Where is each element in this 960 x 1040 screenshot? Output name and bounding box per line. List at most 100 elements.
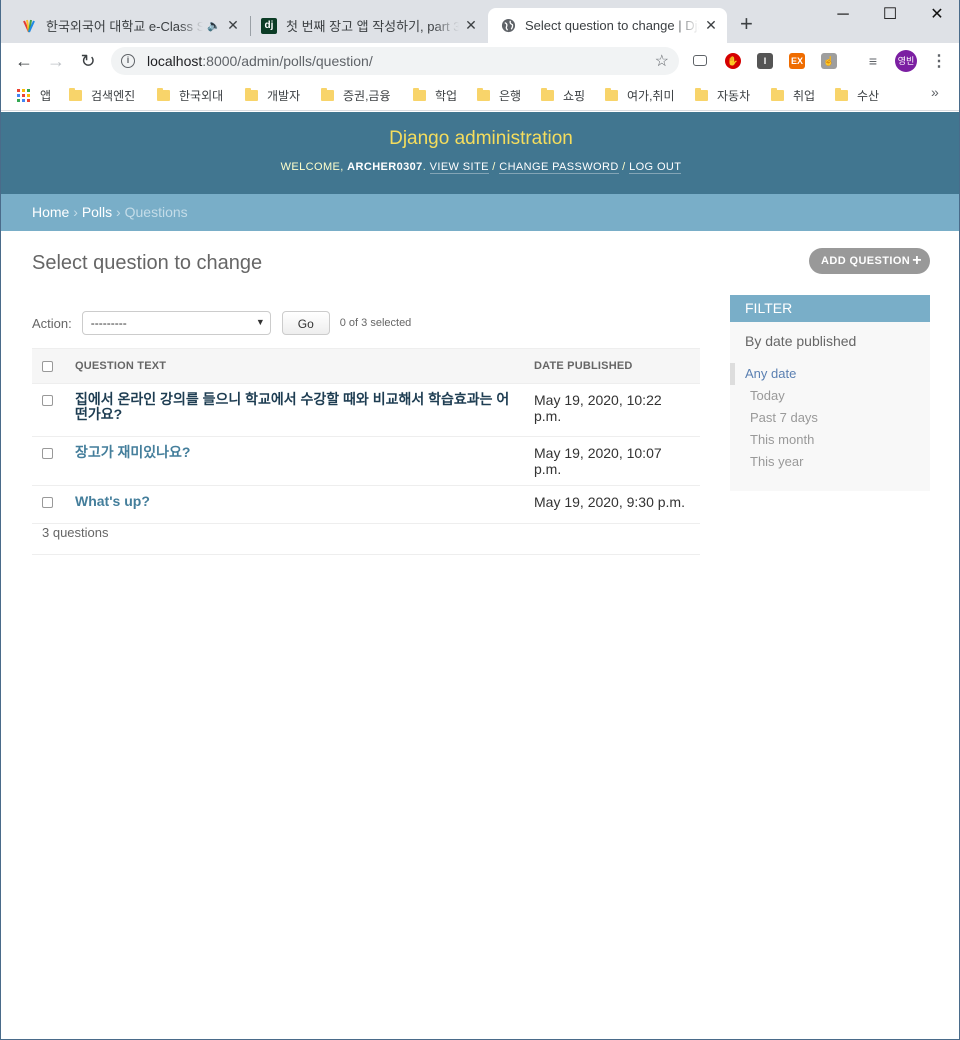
close-tab-icon[interactable]: ✕ — [225, 17, 241, 34]
row-checkbox[interactable] — [42, 448, 53, 459]
bookmark-folder[interactable]: 취업 — [771, 85, 815, 105]
extension-hand-icon[interactable]: ☝ — [821, 53, 837, 69]
bookmark-folder[interactable]: 은행 — [477, 85, 521, 105]
reload-icon[interactable]: ↻ — [76, 49, 100, 73]
tab-title: Select question to change | Django — [525, 18, 699, 33]
welcome-text: Welcome, — [280, 161, 344, 173]
folder-icon — [413, 87, 426, 101]
maximize-icon[interactable]: ☐ — [867, 4, 913, 26]
new-tab-icon[interactable]: + — [740, 13, 753, 35]
bookmark-label: 앱 — [40, 88, 52, 103]
bookmark-folder[interactable]: 수산 — [835, 85, 879, 105]
info-icon[interactable]: i — [121, 54, 135, 68]
bookmark-label: 은행 — [499, 88, 522, 103]
question-link[interactable]: 집에서 온라인 강의를 들으니 학교에서 수강할 때와 비교해서 학습효과는 어… — [75, 392, 514, 422]
site-branding[interactable]: Django administration — [1, 128, 959, 150]
close-tab-icon[interactable]: ✕ — [463, 17, 479, 34]
extension-ex-icon[interactable]: EX — [789, 53, 805, 69]
dropdown-arrow-icon: ▼ — [255, 317, 265, 327]
bookmark-folder[interactable]: 검색엔진 — [69, 85, 135, 105]
folder-icon — [835, 87, 848, 101]
bookmarks-bar: 앱 검색엔진 한국외대 개발자 증권,금융 학업 은행 쇼핑 여가,취미 자동차… — [1, 79, 959, 111]
question-cell: 집에서 온라인 강의를 들으니 학교에서 수강할 때와 비교해서 학습효과는 어… — [65, 383, 524, 437]
tab-title: 한국외국어 대학교 e-Class S — [46, 19, 204, 34]
django-favicon-icon: dj — [261, 17, 277, 34]
actions-bar: Action: --------- ▼ Go 0 of 3 selected — [32, 310, 700, 336]
close-window-icon[interactable]: ✕ — [914, 4, 959, 26]
select-all-checkbox[interactable] — [42, 360, 53, 372]
filter-option-this-year[interactable]: This year — [730, 451, 930, 473]
bookmark-folder[interactable]: 학업 — [413, 85, 457, 105]
bookmark-folder[interactable]: 증권,금융 — [321, 85, 391, 105]
tab-django-tutorial[interactable]: dj 첫 번째 장고 앱 작성하기, part 3 ✕ — [253, 8, 487, 43]
action-label: Action: — [32, 315, 72, 331]
bookmark-label: 한국외대 — [179, 88, 224, 103]
bookmark-folder[interactable]: 자동차 — [695, 85, 750, 105]
question-link[interactable]: 장고가 재미있나요? — [75, 445, 514, 460]
question-cell: 장고가 재미있나요? — [65, 436, 524, 486]
bookmark-star-icon[interactable]: ☆ — [655, 51, 669, 71]
bookmark-label: 학업 — [435, 88, 458, 103]
change-password-link[interactable]: Change password — [499, 161, 619, 174]
breadcrumb-current: Questions — [124, 204, 188, 220]
go-button[interactable]: Go — [281, 311, 330, 335]
bookmark-folder[interactable]: 여가,취미 — [605, 85, 675, 105]
speaker-icon[interactable]: 🔈 — [207, 19, 221, 32]
user-tools: Welcome, archer0307. View site / Change … — [280, 161, 682, 174]
bookmark-label: 수산 — [857, 88, 880, 103]
adblock-icon[interactable]: ✋ — [725, 53, 741, 69]
bookmark-folder[interactable]: 개발자 — [245, 85, 300, 105]
extension-i-icon[interactable]: I — [757, 53, 773, 69]
log-out-link[interactable]: Log out — [629, 161, 682, 174]
bookmark-apps[interactable]: 앱 — [17, 85, 51, 105]
browser-toolbar: ← → ↻ i localhost:8000/admin/polls/quest… — [1, 43, 959, 79]
eclass-favicon-icon — [21, 18, 37, 34]
media-queue-icon[interactable]: ≡ — [865, 53, 881, 69]
bookmark-folder[interactable]: 한국외대 — [157, 85, 223, 105]
more-bookmarks-icon[interactable]: » — [931, 84, 939, 100]
folder-icon — [771, 87, 784, 101]
cast-icon[interactable] — [693, 55, 707, 66]
breadcrumb-home[interactable]: Home — [32, 204, 69, 220]
date-published: May 19, 2020, 9:30 p.m. — [534, 494, 685, 510]
tab-eclass[interactable]: 한국외국어 대학교 e-Class S 🔈 ✕ — [13, 8, 249, 43]
menu-dots-icon[interactable]: ⋮ — [931, 51, 947, 71]
tab-separator — [250, 16, 251, 36]
column-header-date-published[interactable]: Date published — [524, 348, 700, 384]
folder-icon — [477, 87, 490, 101]
view-site-link[interactable]: View site — [429, 161, 489, 174]
bookmark-label: 검색엔진 — [91, 88, 136, 103]
date-published: May 19, 2020, 10:07 p.m. — [534, 445, 662, 477]
folder-icon — [321, 87, 334, 101]
bookmark-folder[interactable]: 쇼핑 — [541, 85, 585, 105]
close-tab-icon[interactable]: ✕ — [703, 17, 719, 34]
filter-option-this-month[interactable]: This month — [730, 429, 930, 451]
action-select[interactable]: --------- ▼ — [81, 311, 271, 335]
add-question-label: Add question — [821, 255, 911, 267]
folder-icon — [157, 87, 170, 101]
username: archer0307 — [347, 161, 423, 173]
row-checkbox-cell — [32, 383, 65, 437]
profile-avatar[interactable]: 영빈 — [895, 50, 917, 72]
url-text: localhost:8000/admin/polls/question/ — [147, 53, 373, 69]
row-checkbox[interactable] — [42, 395, 53, 406]
question-link[interactable]: What's up? — [75, 494, 514, 509]
browser-window: 한국외국어 대학교 e-Class S 🔈 ✕ dj 첫 번째 장고 앱 작성하… — [0, 0, 960, 1040]
date-cell: May 19, 2020, 10:22 p.m. — [524, 383, 700, 437]
add-question-button[interactable]: Add question + — [809, 248, 930, 274]
breadcrumb-polls[interactable]: Polls — [82, 204, 112, 220]
bookmark-label: 여가,취미 — [627, 88, 675, 103]
address-bar[interactable]: i localhost:8000/admin/polls/question/ ☆ — [111, 47, 679, 75]
page-title: Select question to change — [32, 252, 263, 274]
filter-option-past-7-days[interactable]: Past 7 days — [730, 407, 930, 429]
filter-option-today[interactable]: Today — [730, 385, 930, 407]
minimize-icon[interactable]: ─ — [820, 4, 866, 26]
back-icon[interactable]: ← — [12, 49, 36, 73]
bookmark-label: 증권,금융 — [343, 88, 391, 103]
row-checkbox[interactable] — [42, 497, 53, 508]
forward-icon[interactable]: → — [44, 49, 68, 73]
filter-option-any-date[interactable]: Any date — [730, 363, 930, 385]
column-header-question-text[interactable]: Question text — [65, 348, 524, 384]
tab-admin-active[interactable]: Select question to change | Django ✕ — [488, 8, 727, 43]
filter-by-heading: By date published — [745, 333, 857, 349]
